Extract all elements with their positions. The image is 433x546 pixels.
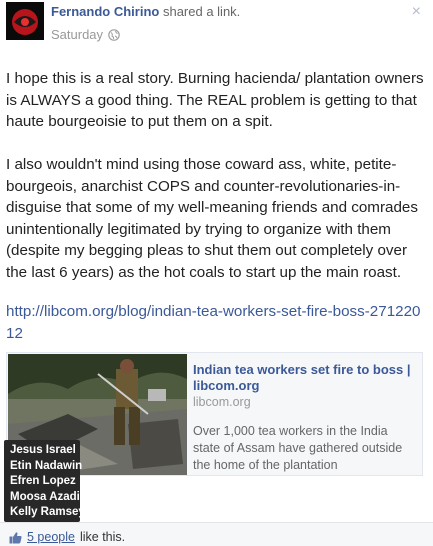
feed-story: Fernando Chirino shared a link. Saturday… — [0, 0, 433, 546]
globe-icon[interactable] — [108, 29, 120, 41]
post-message: I hope this is a real story. Burning hac… — [6, 68, 424, 305]
liker-name: Jesus Israel — [10, 444, 76, 456]
liker-name: Kelly Ramsey — [10, 506, 85, 518]
thumbs-up-icon — [9, 532, 22, 544]
close-icon[interactable]: × — [412, 4, 421, 20]
likes-suffix: like this. — [79, 530, 126, 544]
liker-name: Efren Lopez — [10, 475, 76, 487]
story-header: Fernando Chirino shared a link. — [51, 4, 240, 20]
liker-name: Moosa Azadian — [10, 490, 94, 503]
timestamp-link[interactable]: Saturday — [51, 27, 103, 43]
shared-url-link[interactable]: http://libcom.org/blog/indian-tea-worker… — [6, 301, 426, 344]
post-paragraph: I hope this is a real story. Burning hac… — [6, 70, 424, 130]
link-preview-title[interactable]: Indian tea workers set fire to boss | li… — [193, 362, 415, 394]
link-preview-description: Over 1,000 tea workers in the India stat… — [193, 424, 403, 473]
likers-tooltip: Jesus Israel Etin Nadawin Efren Lopez Mo… — [4, 440, 94, 522]
like-summary: 5 people like this. — [9, 531, 125, 544]
author-name-link[interactable]: Fernando Chirino — [51, 4, 159, 19]
likers-count-link[interactable]: 5 people — [27, 531, 75, 544]
author-avatar[interactable] — [6, 2, 44, 40]
liker-name: Etin Nadawin — [10, 459, 83, 472]
post-paragraph: I also wouldn't mind using those coward … — [6, 156, 418, 281]
story-meta: Saturday — [51, 27, 120, 43]
story-action-text: shared a link. — [162, 4, 241, 19]
link-preview-domain: libcom.org — [193, 395, 251, 409]
